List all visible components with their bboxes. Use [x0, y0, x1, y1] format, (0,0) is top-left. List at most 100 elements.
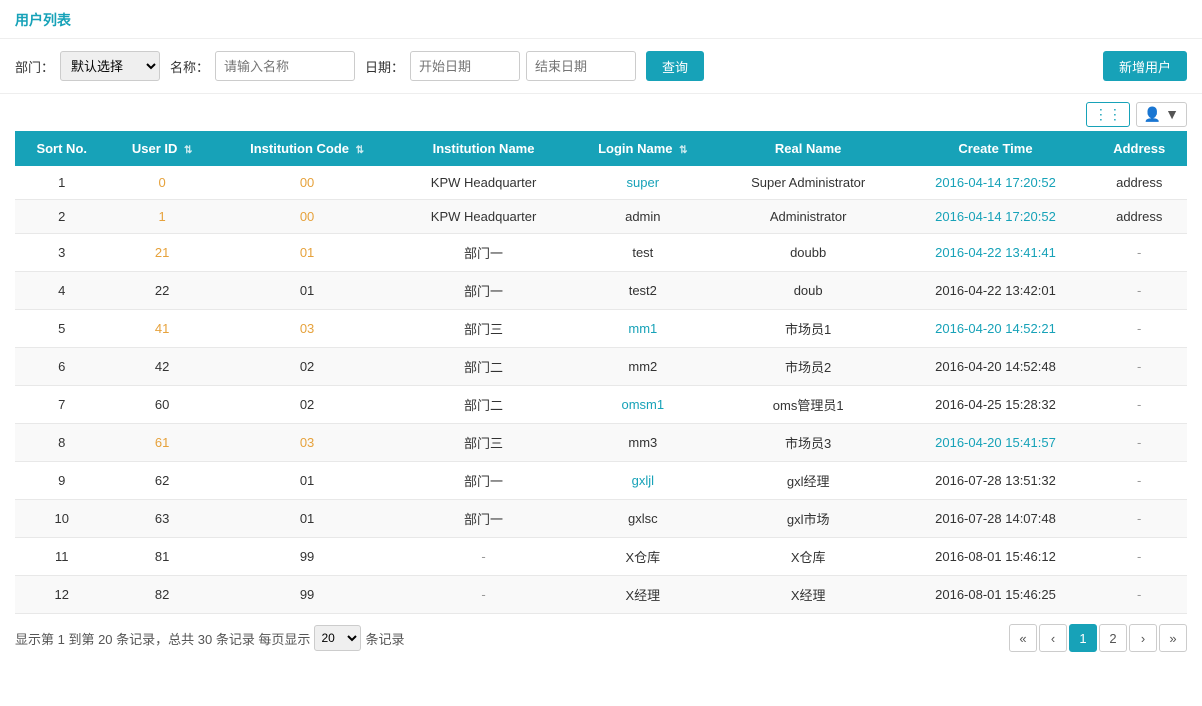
cell-inst-code[interactable]: 03 [216, 424, 398, 462]
cell-user-id[interactable]: 21 [108, 234, 215, 272]
header-address: Address [1091, 131, 1187, 166]
table-row: 96201部门一gxljlgxl经理2016-07-28 13:51:32- [15, 462, 1187, 500]
add-user-button[interactable]: 新增用户 [1103, 51, 1187, 81]
header-sort-no: Sort No. [15, 131, 108, 166]
table-row: 118199-X仓库X仓库2016-08-01 15:46:12- [15, 538, 1187, 576]
cell-address: - [1091, 500, 1187, 538]
cell-sort-no: 6 [15, 348, 108, 386]
cell-inst-code: 99 [216, 576, 398, 614]
cell-address: address [1091, 166, 1187, 200]
cell-inst-name: 部门一 [398, 272, 569, 310]
cell-real-name: doubb [717, 234, 900, 272]
cell-login-name: mm2 [569, 348, 717, 386]
cell-sort-no: 3 [15, 234, 108, 272]
cell-user-id[interactable]: 61 [108, 424, 215, 462]
cell-address: - [1091, 538, 1187, 576]
cell-sort-no: 8 [15, 424, 108, 462]
cell-address: - [1091, 310, 1187, 348]
pagination: « ‹ 1 2 › » [1009, 624, 1187, 652]
cell-create-time: 2016-04-20 14:52:21 [900, 310, 1092, 348]
grid-view-button[interactable]: ⋮⋮ [1086, 102, 1130, 127]
date-start-input[interactable] [410, 51, 520, 81]
cell-address: - [1091, 576, 1187, 614]
cell-login-name: X仓库 [569, 538, 717, 576]
header-inst-code[interactable]: Institution Code ⇅ [216, 131, 398, 166]
cell-inst-code: 99 [216, 538, 398, 576]
name-input[interactable] [215, 51, 355, 81]
header-create-time: Create Time [900, 131, 1092, 166]
name-label: 名称： [170, 57, 209, 76]
header-login-name[interactable]: Login Name ⇅ [569, 131, 717, 166]
page-2-button[interactable]: 2 [1099, 624, 1127, 652]
query-button[interactable]: 查询 [646, 51, 704, 81]
first-page-button[interactable]: « [1009, 624, 1037, 652]
cell-real-name: X仓库 [717, 538, 900, 576]
table-row: 54103部门三mm1市场员12016-04-20 14:52:21- [15, 310, 1187, 348]
cell-real-name: 市场员1 [717, 310, 900, 348]
cell-address: - [1091, 462, 1187, 500]
cell-address: - [1091, 272, 1187, 310]
cell-create-time: 2016-04-25 15:28:32 [900, 386, 1092, 424]
table-row: 32101部门一testdoubb2016-04-22 13:41:41- [15, 234, 1187, 272]
page-title: 用户列表 [0, 0, 1202, 39]
cell-inst-code[interactable]: 00 [216, 166, 398, 200]
cell-login-name[interactable]: omsm1 [569, 386, 717, 424]
dept-select[interactable]: 默认选择 [60, 51, 160, 81]
table-row: 106301部门一gxlscgxl市场2016-07-28 14:07:48- [15, 500, 1187, 538]
cell-login-name[interactable]: mm1 [569, 310, 717, 348]
cell-address: - [1091, 234, 1187, 272]
page-size-select[interactable]: 20 50 100 [314, 625, 361, 651]
cell-user-id: 60 [108, 386, 215, 424]
cell-create-time: 2016-04-14 17:20:52 [900, 200, 1092, 234]
cell-user-id[interactable]: 0 [108, 166, 215, 200]
cell-login-name[interactable]: gxljl [569, 462, 717, 500]
cell-sort-no: 11 [15, 538, 108, 576]
cell-user-id[interactable]: 1 [108, 200, 215, 234]
cell-inst-name: - [398, 538, 569, 576]
cell-create-time: 2016-04-14 17:20:52 [900, 166, 1092, 200]
cell-inst-code[interactable]: 00 [216, 200, 398, 234]
cell-real-name: Super Administrator [717, 166, 900, 200]
cell-user-id: 81 [108, 538, 215, 576]
cell-inst-code[interactable]: 01 [216, 234, 398, 272]
cell-create-time: 2016-04-20 14:52:48 [900, 348, 1092, 386]
dept-label: 部门： [15, 57, 54, 76]
table-row: 2100KPW HeadquarteradminAdministrator201… [15, 200, 1187, 234]
date-end-input[interactable] [526, 51, 636, 81]
cell-sort-no: 12 [15, 576, 108, 614]
cell-create-time: 2016-04-22 13:41:41 [900, 234, 1092, 272]
header-real-name: Real Name [717, 131, 900, 166]
cell-address: - [1091, 424, 1187, 462]
cell-inst-code: 02 [216, 386, 398, 424]
table-wrap: Sort No. User ID ⇅ Institution Code ⇅ In… [0, 131, 1202, 614]
cell-sort-no: 2 [15, 200, 108, 234]
page-info: 显示第 1 到第 20 条记录，总共 30 条记录 每页显示 20 50 100… [15, 625, 404, 651]
cell-sort-no: 7 [15, 386, 108, 424]
cell-inst-name: 部门二 [398, 348, 569, 386]
cell-sort-no: 5 [15, 310, 108, 348]
cell-inst-name: KPW Headquarter [398, 200, 569, 234]
cell-login-name: gxlsc [569, 500, 717, 538]
cell-user-id: 22 [108, 272, 215, 310]
last-page-button[interactable]: » [1159, 624, 1187, 652]
table-toolbar: ⋮⋮ 👤 ▼ [0, 94, 1202, 131]
table-header-row: Sort No. User ID ⇅ Institution Code ⇅ In… [15, 131, 1187, 166]
page-1-button[interactable]: 1 [1069, 624, 1097, 652]
cell-login-name: test2 [569, 272, 717, 310]
page-info-prefix: 显示第 1 到第 20 条记录，总共 30 条记录 每页显示 [15, 629, 310, 648]
table-row: 42201部门一test2doub2016-04-22 13:42:01- [15, 272, 1187, 310]
cell-inst-name: 部门一 [398, 462, 569, 500]
cell-user-id: 42 [108, 348, 215, 386]
cell-login-name: test [569, 234, 717, 272]
cell-inst-name: 部门三 [398, 310, 569, 348]
cell-user-id[interactable]: 41 [108, 310, 215, 348]
user-menu-button[interactable]: 👤 ▼ [1136, 102, 1187, 127]
prev-page-button[interactable]: ‹ [1039, 624, 1067, 652]
next-page-button[interactable]: › [1129, 624, 1157, 652]
cell-login-name[interactable]: super [569, 166, 717, 200]
table-row: 86103部门三mm3市场员32016-04-20 15:41:57- [15, 424, 1187, 462]
cell-inst-code: 02 [216, 348, 398, 386]
cell-sort-no: 10 [15, 500, 108, 538]
cell-inst-code[interactable]: 03 [216, 310, 398, 348]
header-user-id[interactable]: User ID ⇅ [108, 131, 215, 166]
